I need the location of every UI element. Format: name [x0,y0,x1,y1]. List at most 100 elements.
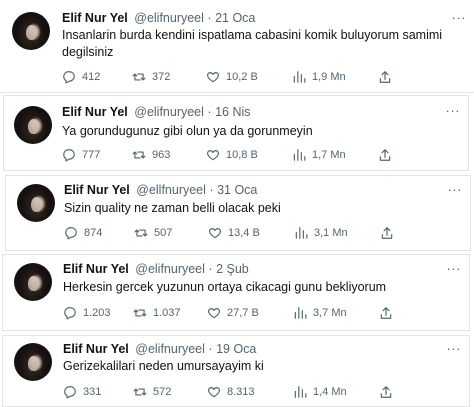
heart-icon [206,70,220,84]
author-name[interactable]: Elif Nur Yel [62,105,128,119]
separator-dot: · [208,262,213,276]
share-button[interactable] [378,148,398,162]
like-count: 27,7 B [227,307,259,319]
author-name[interactable]: Elif Nur Yel [63,342,129,356]
reply-count: 874 [84,227,103,239]
reply-icon [64,226,78,240]
retweet-icon [134,226,148,240]
tweet-card[interactable]: Elif Nur Yel @elifnuryeel · 2 Şub ··· He… [2,254,470,331]
like-button[interactable]: 27,7 B [207,306,259,320]
share-button[interactable] [380,226,400,240]
share-button[interactable] [378,70,398,84]
like-count: 13,4 B [228,227,260,239]
reply-button[interactable]: 777 [62,148,100,162]
views-button[interactable]: 1,4 Mn [293,385,347,399]
avatar[interactable] [12,12,50,50]
tweet-text: Insanlarin burda kendini ispatlama cabas… [62,28,443,59]
views-count: 1,9 Mn [312,71,346,83]
reply-count: 331 [83,386,102,398]
tweet-header: Elif Nur Yel @elifnuryeel · 16 Nis [62,105,251,120]
more-dots-icon[interactable]: ··· [447,262,462,275]
reply-button[interactable]: 874 [64,226,102,240]
tweet-card[interactable]: Elif Nur Yel @ellfnuryeel · 31 Oca ··· S… [5,175,471,251]
reply-count: 777 [82,149,101,161]
share-icon [379,306,393,320]
views-button[interactable]: 3,7 Mn [293,306,347,320]
like-count: 10,2 B [226,71,258,83]
separator-dot: · [209,183,214,197]
tweet-date[interactable]: 2 Şub [216,262,249,276]
retweet-button[interactable]: 1.037 [133,306,181,320]
reply-icon [63,306,77,320]
reply-button[interactable]: 412 [62,70,100,84]
tweet-actions: 777 963 10,8 B 1,7 Mn [62,148,402,162]
like-button[interactable]: 8.313 [207,385,255,399]
author-handle[interactable]: @elifnuryeel [134,11,204,25]
views-bar-chart-icon [293,385,307,399]
tweet-date[interactable]: 16 Nis [215,105,250,119]
share-button[interactable] [379,306,399,320]
avatar[interactable] [14,343,52,381]
tweet-text: Sizin quality ne zaman belli olacak peki [64,201,281,215]
separator-dot: · [207,11,212,25]
retweet-button[interactable]: 507 [134,226,172,240]
share-icon [378,70,392,84]
tweet-header: Elif Nur Yel @elifnuryeel · 19 Oca [63,342,256,357]
more-dots-icon[interactable]: ··· [446,104,461,117]
author-handle[interactable]: @elifnuryeel [135,262,205,276]
views-count: 1,7 Mn [312,149,346,161]
tweet-card[interactable]: Elif Nur Yel @elifnuryeel · 21 Oca ··· I… [0,0,474,93]
more-dots-icon[interactable]: ··· [452,11,467,24]
retweet-icon [133,306,147,320]
more-dots-icon[interactable]: ··· [447,342,462,355]
avatar[interactable] [14,106,52,144]
author-handle[interactable]: @ellfnuryeel [136,183,206,197]
author-name[interactable]: Elif Nur Yel [63,262,129,276]
tweet-header: Elif Nur Yel @ellfnuryeel · 31 Oca [64,183,257,198]
views-button[interactable]: 1,7 Mn [292,148,346,162]
separator-dot: · [207,105,212,119]
retweet-button[interactable]: 572 [133,385,171,399]
views-button[interactable]: 3,1 Mn [294,226,348,240]
views-button[interactable]: 1,9 Mn [292,70,346,84]
views-bar-chart-icon [292,148,306,162]
retweet-button[interactable]: 963 [132,148,170,162]
tweet-date[interactable]: 31 Oca [217,183,257,197]
retweet-count: 572 [153,386,172,398]
retweet-button[interactable]: 372 [132,70,170,84]
like-button[interactable]: 10,2 B [206,70,258,84]
tweet-date[interactable]: 19 Oca [216,342,256,356]
separator-dot: · [208,342,213,356]
author-name[interactable]: Elif Nur Yel [64,183,130,197]
views-bar-chart-icon [294,226,308,240]
avatar[interactable] [17,184,55,222]
retweet-icon [133,385,147,399]
tweet-header: Elif Nur Yel @elifnuryeel · 21 Oca [62,11,255,26]
avatar[interactable] [14,263,52,301]
like-button[interactable]: 13,4 B [208,226,260,240]
tweet-actions: 874 507 13,4 B 3,1 Mn [64,226,404,240]
author-handle[interactable]: @elifnuryeel [134,105,204,119]
reply-count: 412 [82,71,101,83]
author-handle[interactable]: @elifnuryeel [135,342,205,356]
author-name[interactable]: Elif Nur Yel [62,11,128,25]
retweet-icon [132,148,146,162]
reply-count: 1.203 [83,307,111,319]
like-count: 10,8 B [226,149,258,161]
reply-icon [63,385,77,399]
reply-button[interactable]: 331 [63,385,101,399]
share-button[interactable] [379,385,399,399]
tweet-card[interactable]: Elif Nur Yel @elifnuryeel · 19 Oca ··· G… [2,335,470,407]
like-button[interactable]: 10,8 B [206,148,258,162]
tweet-card[interactable]: Elif Nur Yel @elifnuryeel · 16 Nis ··· Y… [3,95,469,171]
tweet-date[interactable]: 21 Oca [215,11,255,25]
reply-button[interactable]: 1.203 [63,306,111,320]
views-count: 3,1 Mn [314,227,348,239]
share-icon [378,148,392,162]
retweet-count: 372 [152,71,171,83]
views-count: 1,4 Mn [313,386,347,398]
tweet-text: Gerizekalilari neden umursayayim ki [63,359,264,373]
more-dots-icon[interactable]: ··· [448,183,463,196]
tweet-header: Elif Nur Yel @elifnuryeel · 2 Şub [63,262,249,277]
tweet-actions: 331 572 8.313 1,4 Mn [63,385,403,399]
